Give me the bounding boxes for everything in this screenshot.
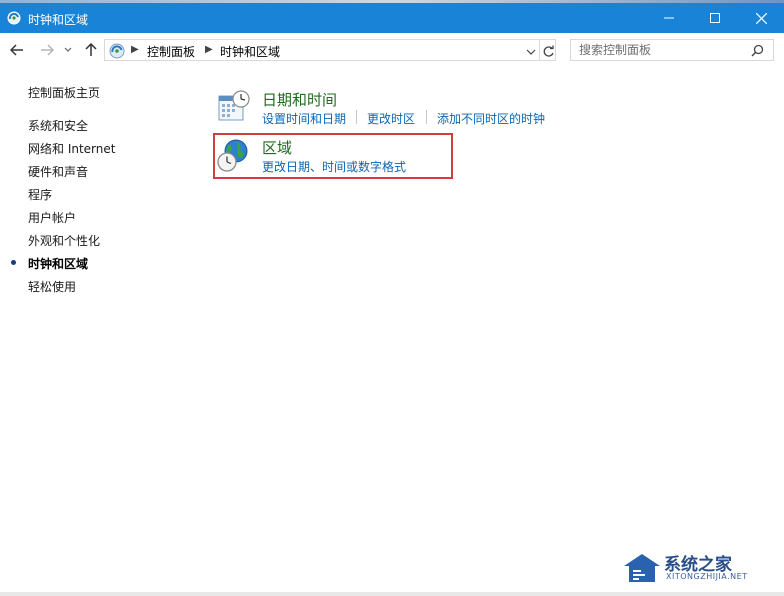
breadcrumb-control-panel[interactable]: 控制面板 bbox=[147, 43, 195, 60]
title-bar[interactable]: 时钟和区域 bbox=[0, 3, 784, 33]
breadcrumb-separator-icon[interactable]: ▶ bbox=[205, 44, 213, 55]
watermark: 系统之家 XITONGZHIJIA.NET bbox=[622, 548, 772, 588]
minimize-button[interactable] bbox=[646, 3, 692, 33]
breadcrumb-clock-region[interactable]: 时钟和区域 bbox=[220, 43, 280, 60]
minimize-icon bbox=[664, 17, 674, 19]
window-title: 时钟和区域 bbox=[28, 13, 89, 27]
sidebar-item-programs[interactable]: 程序 bbox=[28, 186, 52, 203]
address-dropdown-button[interactable] bbox=[525, 43, 539, 57]
arrow-up-icon bbox=[85, 43, 97, 56]
date-time-title[interactable]: 日期和时间 bbox=[262, 89, 337, 110]
close-button[interactable] bbox=[738, 3, 784, 33]
link-change-timezone[interactable]: 更改时区 bbox=[367, 110, 415, 127]
back-button[interactable] bbox=[8, 41, 26, 59]
sidebar-item-hardware-sound[interactable]: 硬件和声音 bbox=[28, 163, 88, 180]
sidebar-item-ease-of-access[interactable]: 轻松使用 bbox=[28, 278, 76, 295]
link-set-time-date[interactable]: 设置时间和日期 bbox=[262, 110, 346, 127]
watermark-subtext: XITONGZHIJIA.NET bbox=[666, 572, 748, 581]
search-input[interactable] bbox=[571, 40, 749, 60]
refresh-button[interactable] bbox=[542, 43, 556, 57]
recent-locations-button[interactable] bbox=[62, 41, 74, 59]
watermark-logo-icon bbox=[624, 554, 660, 582]
window-bottom-edge bbox=[0, 592, 784, 596]
forward-button[interactable] bbox=[38, 41, 56, 59]
up-button[interactable] bbox=[82, 41, 100, 59]
sidebar-item-network-internet[interactable]: 网络和 Internet bbox=[28, 140, 115, 157]
calendar-clock-icon[interactable] bbox=[216, 88, 252, 124]
chevron-down-icon bbox=[64, 47, 72, 52]
current-item-bullet bbox=[11, 260, 16, 265]
search-box[interactable] bbox=[570, 39, 774, 61]
arrow-right-icon bbox=[41, 44, 54, 56]
control-panel-icon bbox=[7, 11, 21, 25]
address-path[interactable]: ▶ 控制面板 ▶ 时钟和区域 bbox=[104, 39, 556, 61]
maximize-button[interactable] bbox=[692, 3, 738, 33]
link-separator bbox=[426, 110, 427, 124]
link-add-clocks[interactable]: 添加不同时区的时钟 bbox=[437, 110, 545, 127]
maximize-icon bbox=[710, 13, 720, 23]
breadcrumb-separator-icon[interactable]: ▶ bbox=[131, 44, 139, 55]
address-divider bbox=[539, 40, 540, 60]
arrow-left-icon bbox=[10, 44, 23, 56]
refresh-icon bbox=[543, 45, 554, 57]
sidebar-item-control-panel-home[interactable]: 控制面板主页 bbox=[28, 84, 100, 101]
sidebar-item-clock-region[interactable]: 时钟和区域 bbox=[28, 255, 88, 272]
search-icon[interactable] bbox=[751, 44, 764, 57]
sidebar-item-user-accounts[interactable]: 用户帐户 bbox=[28, 209, 76, 226]
control-panel-location-icon bbox=[109, 43, 125, 59]
sidebar-item-system-security[interactable]: 系统和安全 bbox=[28, 117, 88, 134]
sidebar-item-appearance[interactable]: 外观和个性化 bbox=[28, 232, 100, 249]
link-separator bbox=[356, 110, 357, 124]
close-icon bbox=[755, 12, 767, 24]
chevron-down-icon bbox=[526, 49, 536, 55]
highlight-box bbox=[213, 133, 453, 179]
